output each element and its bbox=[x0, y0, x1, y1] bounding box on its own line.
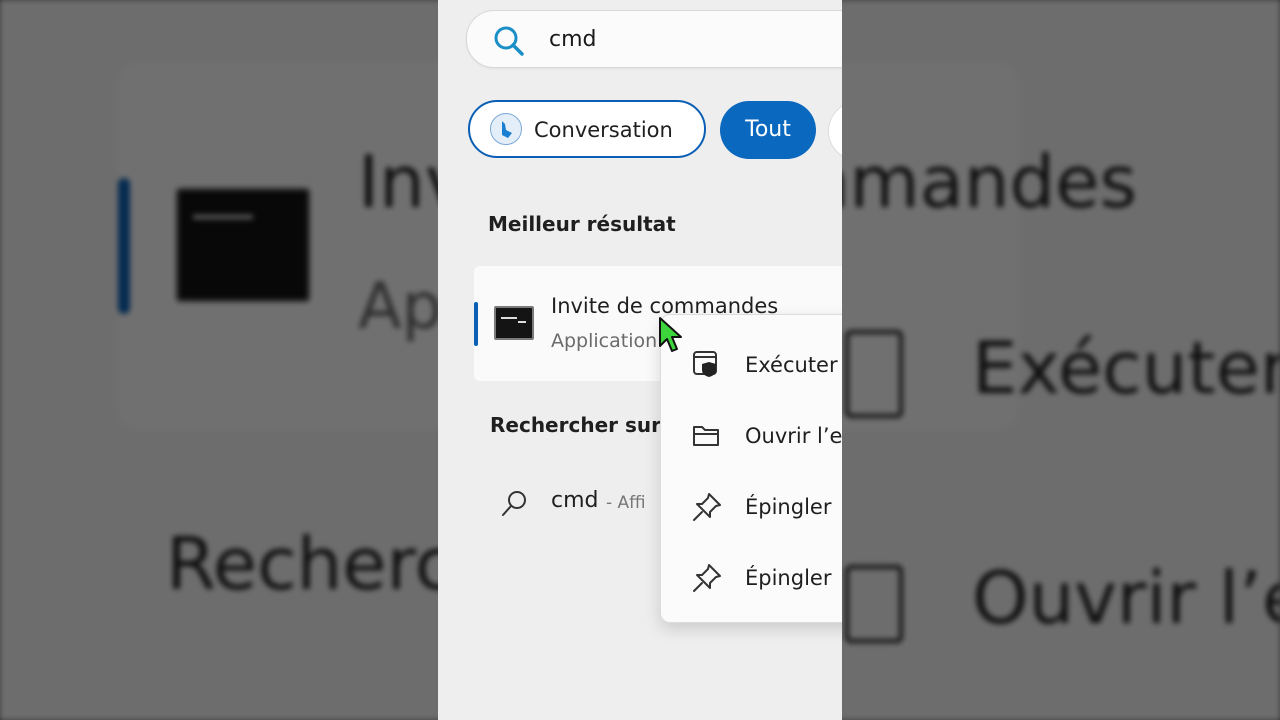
pin-icon bbox=[691, 491, 723, 527]
selection-indicator bbox=[474, 302, 478, 346]
background-open-label: Ouvrir l’e bbox=[972, 556, 1280, 640]
web-search-heading: Rechercher sur bbox=[490, 413, 661, 437]
mouse-cursor-icon bbox=[658, 316, 684, 358]
search-box[interactable] bbox=[466, 10, 842, 68]
command-prompt-icon bbox=[494, 306, 534, 340]
folder-open-icon bbox=[691, 420, 723, 454]
search-icon bbox=[493, 25, 525, 61]
menu-item-label: Épingler bbox=[745, 566, 832, 590]
next-filter-chip[interactable] bbox=[828, 101, 842, 161]
pin-icon bbox=[691, 562, 723, 598]
menu-item-pin-start[interactable]: Épingler bbox=[661, 477, 842, 537]
all-label: Tout bbox=[745, 117, 791, 142]
menu-item-label: Ouvrir l’e bbox=[745, 424, 842, 448]
all-filter-chip[interactable]: Tout bbox=[720, 101, 816, 159]
background-folder-icon bbox=[845, 565, 903, 643]
menu-item-label: Épingler bbox=[745, 495, 832, 519]
search-icon bbox=[500, 488, 530, 522]
background-terminal-icon bbox=[176, 188, 310, 302]
web-search-query: cmd bbox=[551, 488, 599, 513]
conversation-label: Conversation bbox=[534, 118, 673, 142]
bing-chat-icon bbox=[490, 113, 522, 145]
menu-item-label: Exécuter bbox=[745, 353, 838, 377]
background-shield-icon bbox=[845, 330, 903, 418]
context-menu: Exécuter Ouvrir l’e Épingler Épingler bbox=[660, 314, 842, 623]
best-match-heading: Meilleur résultat bbox=[488, 212, 676, 236]
run-as-admin-shield-icon bbox=[691, 349, 721, 383]
menu-item-run-as-admin[interactable]: Exécuter bbox=[661, 335, 842, 395]
menu-item-open-location[interactable]: Ouvrir l’e bbox=[661, 406, 842, 466]
background-app-subtitle: Ap bbox=[358, 270, 443, 344]
background-accent-bar bbox=[118, 178, 130, 314]
conversation-filter-chip[interactable]: Conversation bbox=[468, 100, 706, 158]
background-search-label: Recherc bbox=[166, 522, 455, 606]
best-match-app-type: Application bbox=[551, 330, 658, 352]
start-search-panel: Conversation Tout Meilleur résultat Invi… bbox=[438, 0, 842, 720]
web-search-hint: - Affi bbox=[606, 493, 646, 513]
menu-item-pin-taskbar[interactable]: Épingler bbox=[661, 548, 842, 608]
background-run-label: Exécuter bbox=[972, 326, 1280, 410]
search-input[interactable] bbox=[547, 23, 842, 55]
